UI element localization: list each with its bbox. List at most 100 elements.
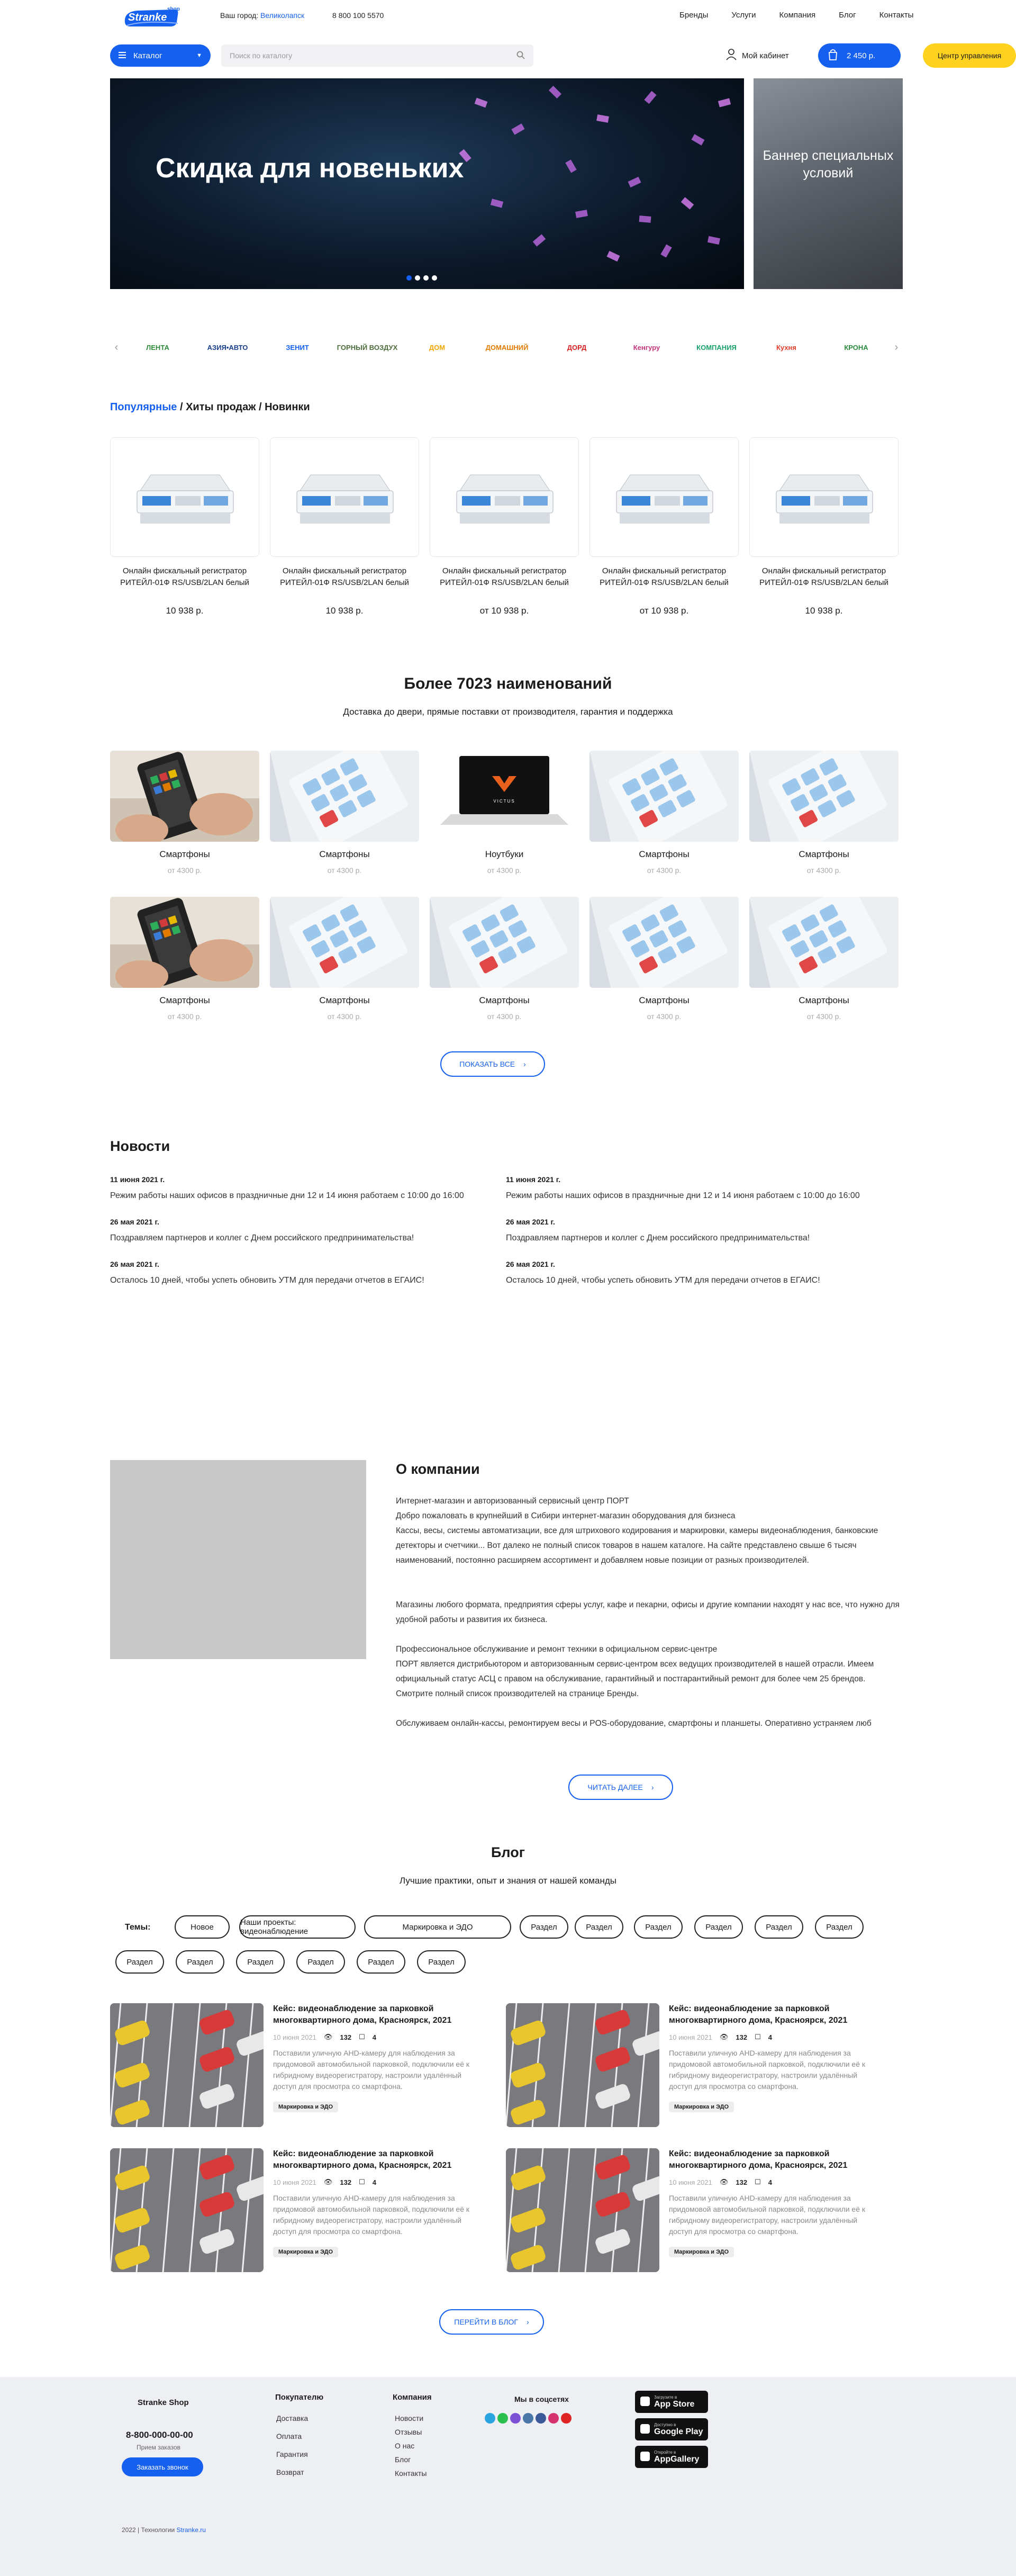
post-title[interactable]: Кейс: видеонаблюдение за парковкой много… — [669, 2148, 891, 2172]
news-link[interactable]: Осталось 10 дней, чтобы успеть обновить … — [110, 1276, 424, 1285]
post-image[interactable] — [110, 2148, 264, 2272]
city-value[interactable]: Великолапск — [260, 11, 304, 20]
slider-dot[interactable] — [432, 275, 437, 281]
nav-blog[interactable]: Блог — [839, 11, 856, 20]
go-blog-button[interactable]: ПЕРЕЙТИ В БЛОГ › — [439, 2309, 544, 2335]
city-selector[interactable]: Ваш город: Великолапск — [220, 11, 304, 20]
blog-tag[interactable]: Раздел — [575, 1915, 623, 1939]
product-card[interactable] — [430, 437, 579, 557]
blog-tag[interactable]: Наши проекты: видеонаблюдение — [239, 1915, 356, 1939]
store-badge[interactable]: Доступно в Google Play — [635, 2418, 708, 2440]
footer-link[interactable]: Оплата — [276, 2432, 302, 2440]
blog-tag[interactable]: Раздел — [417, 1950, 466, 1974]
telegram-icon[interactable] — [485, 2413, 495, 2424]
footer-link[interactable]: Новости — [395, 2414, 423, 2422]
category-image[interactable]: VICTUS — [430, 751, 579, 842]
category-image[interactable] — [749, 897, 899, 988]
order-call-button[interactable]: Заказать звонок — [122, 2457, 203, 2476]
category-name[interactable]: Смартфоны — [270, 995, 419, 1006]
brand-logo[interactable]: ЗЕНИТ — [266, 321, 329, 374]
copyright-link[interactable]: Stranke.ru — [177, 2526, 206, 2534]
product-card[interactable] — [270, 437, 419, 557]
blog-tag[interactable]: Раздел — [520, 1915, 568, 1939]
product-name[interactable]: Онлайн фискальный регистратор РИТЕЙЛ-01Ф… — [589, 565, 739, 589]
category-image[interactable] — [749, 751, 899, 842]
vk-icon[interactable] — [523, 2413, 533, 2424]
blog-tag[interactable]: Раздел — [236, 1950, 285, 1974]
youtube-icon[interactable] — [561, 2413, 572, 2424]
blog-tag[interactable]: Раздел — [115, 1950, 164, 1974]
category-image[interactable] — [110, 751, 259, 842]
category-image[interactable] — [110, 897, 259, 988]
store-badge[interactable]: Загрузите в App Store — [635, 2391, 708, 2413]
product-card[interactable] — [589, 437, 739, 557]
post-title[interactable]: Кейс: видеонаблюдение за парковкой много… — [273, 2148, 495, 2172]
facebook-icon[interactable] — [536, 2413, 546, 2424]
blog-tag[interactable]: Раздел — [296, 1950, 345, 1974]
arrow-right-icon[interactable]: › — [890, 340, 903, 355]
footer-phone[interactable]: 8-800-000-00-00 — [126, 2430, 193, 2440]
category-image[interactable] — [270, 897, 419, 988]
slider-dot[interactable] — [406, 275, 412, 281]
brand-logo[interactable]: АЗИЯ•АВТО — [196, 321, 259, 374]
tab-popular[interactable]: Популярные — [110, 401, 177, 413]
blog-tag[interactable]: Раздел — [694, 1915, 743, 1939]
post-tag[interactable]: Маркировка и ЭДО — [669, 2247, 734, 2257]
footer-link[interactable]: Гарантия — [276, 2450, 308, 2458]
slider-dot[interactable] — [415, 275, 420, 281]
category-name[interactable]: Смартфоны — [749, 995, 899, 1006]
slider-dot[interactable] — [423, 275, 429, 281]
blog-tag[interactable]: Раздел — [755, 1915, 803, 1939]
store-badge[interactable]: Откройте в AppGallery — [635, 2446, 708, 2468]
arrow-left-icon[interactable]: ‹ — [110, 340, 123, 355]
side-banner[interactable]: Баннер специальных условий — [754, 78, 903, 289]
footer-link[interactable]: О нас — [395, 2442, 414, 2450]
show-all-button[interactable]: ПОКАЗАТЬ ВСЕ › — [440, 1051, 545, 1077]
post-tag[interactable]: Маркировка и ЭДО — [669, 2102, 734, 2112]
category-name[interactable]: Смартфоны — [430, 995, 579, 1006]
category-name[interactable]: Смартфоны — [110, 995, 259, 1006]
brand-logo[interactable]: Кенгуру — [615, 321, 678, 374]
product-name[interactable]: Онлайн фискальный регистратор РИТЕЙЛ-01Ф… — [430, 565, 579, 589]
footer-link[interactable]: Блог — [395, 2455, 411, 2464]
catalog-button[interactable]: Каталог ▼ — [110, 44, 211, 67]
instagram-icon[interactable] — [548, 2413, 559, 2424]
blog-tag[interactable]: Раздел — [357, 1950, 405, 1974]
tab-bestsellers[interactable]: Хиты продаж — [186, 401, 256, 413]
footer-link[interactable]: Отзывы — [395, 2428, 422, 2436]
header-phone[interactable]: 8 800 100 5570 — [332, 11, 384, 20]
whatsapp-icon[interactable] — [497, 2413, 508, 2424]
nav-brands[interactable]: Бренды — [679, 11, 708, 20]
hero-banner[interactable]: Скидка для новеньких — [110, 78, 744, 289]
category-name[interactable]: Смартфоны — [270, 849, 419, 860]
post-image[interactable] — [506, 2003, 659, 2127]
nav-company[interactable]: Компания — [779, 11, 816, 20]
category-name[interactable]: Ноутбуки — [430, 849, 579, 860]
brand-logo[interactable]: КРОНА — [824, 321, 888, 374]
category-name[interactable]: Смартфоны — [110, 849, 259, 860]
viber-icon[interactable] — [510, 2413, 521, 2424]
brand-logo[interactable]: ДОМАШНИЙ — [475, 321, 539, 374]
nav-contacts[interactable]: Контакты — [879, 11, 914, 20]
blog-tag[interactable]: Раздел — [815, 1915, 864, 1939]
brand-logo[interactable]: ДОМ — [405, 321, 469, 374]
news-link[interactable]: Поздравляем партнеров и коллег с Днем ро… — [110, 1233, 414, 1243]
read-more-button[interactable]: ЧИТАТЬ ДАЛЕЕ › — [568, 1775, 673, 1800]
news-link[interactable]: Режим работы наших офисов в праздничные … — [110, 1191, 464, 1201]
category-name[interactable]: Смартфоны — [589, 849, 739, 860]
post-image[interactable] — [110, 2003, 264, 2127]
footer-link[interactable]: Контакты — [395, 2469, 427, 2478]
news-link[interactable]: Поздравляем партнеров и коллег с Днем ро… — [506, 1233, 810, 1243]
post-tag[interactable]: Маркировка и ЭДО — [273, 2102, 339, 2112]
footer-link[interactable]: Возврат — [276, 2468, 304, 2476]
news-link[interactable]: Режим работы наших офисов в праздничные … — [506, 1191, 860, 1201]
search-input[interactable]: Поиск по каталогу — [221, 44, 533, 67]
category-image[interactable] — [270, 751, 419, 842]
post-image[interactable] — [506, 2148, 659, 2272]
post-title[interactable]: Кейс: видеонаблюдение за парковкой много… — [669, 2003, 891, 2026]
blog-tag[interactable]: Маркировка и ЭДО — [364, 1915, 511, 1939]
product-name[interactable]: Онлайн фискальный регистратор РИТЕЙЛ-01Ф… — [749, 565, 899, 589]
brand-logo[interactable]: Кухня — [755, 321, 818, 374]
category-name[interactable]: Смартфоны — [589, 995, 739, 1006]
category-name[interactable]: Смартфоны — [749, 849, 899, 860]
